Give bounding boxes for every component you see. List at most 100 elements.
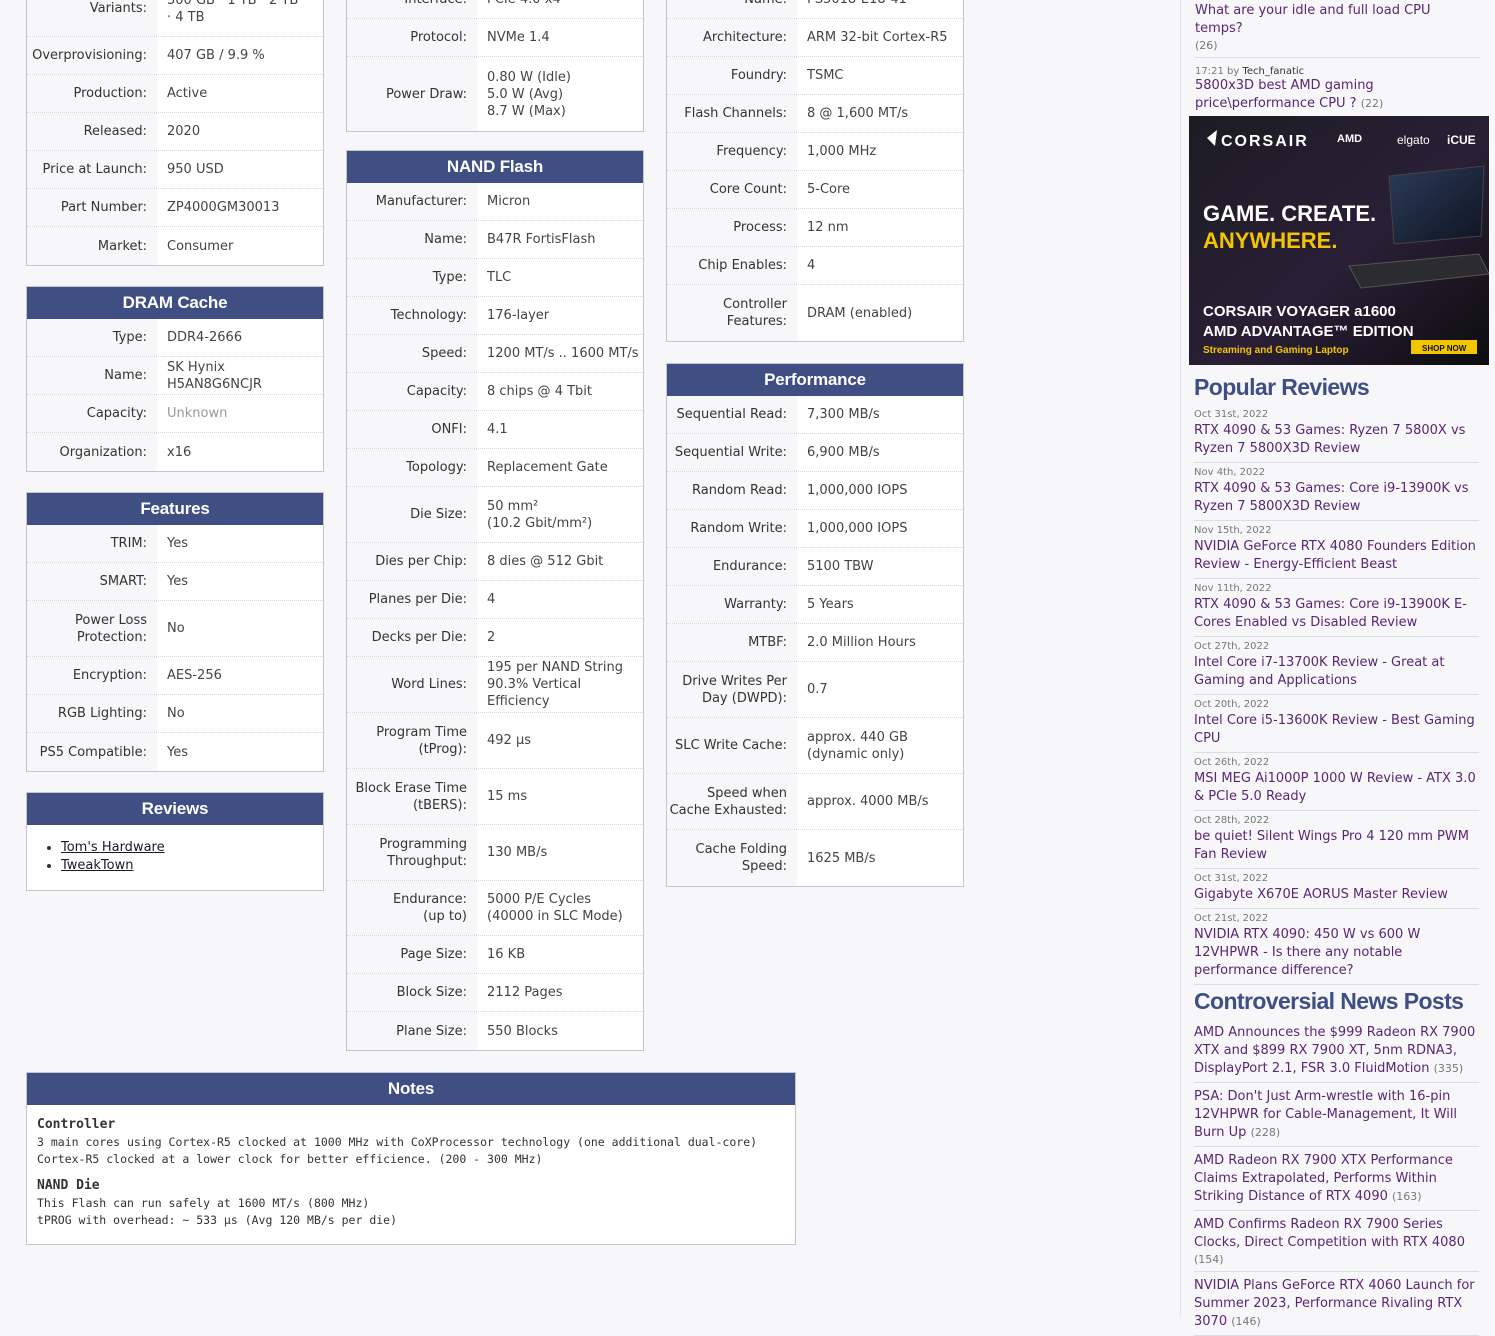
popular-review-link[interactable]: Intel Core i7-13700K Review - Great at G…: [1194, 655, 1444, 688]
forum-thread-temps-count: (26): [1195, 39, 1218, 52]
spec-value: NVMe 1.4: [477, 19, 643, 56]
spec-value: DDR4-2666: [157, 319, 323, 356]
corsair-ad-banner[interactable]: CORSAIR AMD elgato iCUE GAME. CREATE. AN…: [1189, 116, 1489, 365]
spec-value: 7,300 MB/s: [797, 396, 963, 433]
spec-label: Organization:: [27, 433, 157, 471]
popular-review-link[interactable]: be quiet! Silent Wings Pro 4 120 mm PWM …: [1194, 829, 1469, 862]
spec-value: 5-Core: [797, 171, 963, 208]
spec-label: Chip Enables:: [667, 247, 797, 284]
spec-row: Encryption: AES-256: [27, 657, 323, 695]
popular-review-link[interactable]: RTX 4090 & 53 Games: Core i9-13900K vs R…: [1194, 481, 1469, 514]
spec-value: approx. 440 GB (dynamic only): [797, 718, 963, 773]
controversial-news-item: NVIDIA Plans GeForce RTX 4060 Launch for…: [1194, 1272, 1479, 1336]
spec-label: Manufacturer:: [347, 183, 477, 220]
spec-label: Variants:: [27, 0, 157, 36]
interface-rows: Interface:PCIe 4.0 x4Protocol:NVMe 1.4Po…: [347, 0, 643, 131]
spec-value: 1625 MB/s: [797, 830, 963, 886]
spec-row: ONFI: 4.1: [347, 411, 643, 449]
spec-value: PS5018-E18-41: [797, 0, 963, 18]
review-date: Nov 15th, 2022: [1194, 525, 1272, 536]
controversial-news-link[interactable]: AMD Confirms Radeon RX 7900 Series Clock…: [1194, 1217, 1465, 1250]
popular-review-link[interactable]: NVIDIA GeForce RTX 4080 Founders Edition…: [1194, 539, 1476, 572]
interface-box: Interface:PCIe 4.0 x4Protocol:NVMe 1.4Po…: [346, 0, 644, 132]
spec-label: Topology:: [347, 449, 477, 486]
popular-review-link[interactable]: Gigabyte X670E AORUS Master Review: [1194, 887, 1448, 902]
forum-thread-5800x3d-link[interactable]: 5800x3D best AMD gaming price\performanc…: [1195, 78, 1374, 111]
spec-value: 8 dies @ 512 Gbit: [477, 543, 643, 580]
popular-review-item: Oct 28th, 2022 be quiet! Silent Wings Pro…: [1194, 811, 1479, 869]
controversial-news-item: AMD Confirms Radeon RX 7900 Series Clock…: [1194, 1211, 1479, 1272]
spec-value: 1,000,000 IOPS: [797, 472, 963, 509]
spec-label: PS5 Compatible:: [27, 733, 157, 771]
review-link-tweaktown[interactable]: TweakTown: [61, 858, 133, 873]
popular-review-link[interactable]: Intel Core i5-13600K Review - Best Gamin…: [1194, 713, 1475, 746]
popular-review-link[interactable]: MSI MEG Ai1000P 1000 W Review - ATX 3.0 …: [1194, 771, 1476, 804]
forum-thread: What are your idle and full load CPU tem…: [1181, 0, 1495, 118]
forum-thread-5800x3d-count: (22): [1360, 97, 1384, 110]
spec-row: Power Loss Protection: No: [27, 601, 323, 657]
controversial-news-section: Controversial News Posts AMD Announces t…: [1181, 988, 1495, 1336]
spec-value: Yes: [157, 525, 323, 562]
spec-row: Cache Folding Speed: 1625 MB/s: [667, 830, 963, 886]
reviews-title: Reviews: [27, 793, 323, 825]
spec-value: AES-256: [157, 657, 323, 694]
spec-value: PCIe 4.0 x4: [477, 0, 643, 18]
ad-brand: CORSAIR: [1221, 133, 1309, 150]
popular-review-link[interactable]: RTX 4090 & 53 Games: Ryzen 7 5800X vs Ry…: [1194, 423, 1465, 456]
review-date: Oct 26th, 2022: [1194, 757, 1270, 768]
comment-count: (335): [1433, 1062, 1464, 1075]
spec-row: Random Write: 1,000,000 IOPS: [667, 510, 963, 548]
popular-review-link[interactable]: RTX 4090 & 53 Games: Core i9-13900K E-Co…: [1194, 597, 1467, 630]
spec-label: Production:: [27, 75, 157, 112]
spec-value: TLC: [477, 259, 643, 296]
spec-label: Capacity:: [347, 373, 477, 410]
spec-label: Part Number:: [27, 189, 157, 226]
spec-row: Architecture: ARM 32-bit Cortex-R5: [667, 19, 963, 57]
spec-row: Word Lines: 195 per NAND String 90.3% Ver…: [347, 657, 643, 713]
spec-row: PS5 Compatible: Yes: [27, 733, 323, 771]
review-date: Oct 31st, 2022: [1194, 873, 1269, 884]
spec-row: Overprovisioning: 407 GB / 9.9 %: [27, 37, 323, 75]
spec-value: 50 mm² (10.2 Gbit/mm²): [477, 487, 643, 542]
spec-value: 5000 P/E Cycles (40000 in SLC Mode): [477, 881, 643, 935]
spec-row: Sequential Read: 7,300 MB/s: [667, 396, 963, 434]
spec-row: Name: SK Hynix H5AN8G6NCJR: [27, 357, 323, 395]
dram-cache-title: DRAM Cache: [27, 287, 323, 319]
spec-row: Topology: Replacement Gate: [347, 449, 643, 487]
spec-label: Random Write:: [667, 510, 797, 547]
sidebar: What are your idle and full load CPU tem…: [1180, 0, 1495, 1336]
spec-value: 6,900 MB/s: [797, 434, 963, 471]
popular-review-link[interactable]: NVIDIA RTX 4090: 450 W vs 600 W 12VHPWR …: [1194, 927, 1420, 978]
popular-reviews-list: Oct 31st, 2022 RTX 4090 & 53 Games: Ryzen…: [1181, 405, 1495, 985]
spec-label: Random Read:: [667, 472, 797, 509]
review-date: Oct 20th, 2022: [1194, 699, 1270, 710]
ad-partner-amd: AMD: [1337, 133, 1362, 145]
spec-row: Planes per Die: 4: [347, 581, 643, 619]
spec-row: Market: Consumer: [27, 227, 323, 265]
popular-review-item: Nov 11th, 2022 RTX 4090 & 53 Games: Core …: [1194, 579, 1479, 637]
dram-cache-box: DRAM Cache Type: DDR4-2666 Name: SK Hynix H…: [26, 286, 324, 472]
spec-label: Sequential Read:: [667, 396, 797, 433]
spec-row: Flash Channels: 8 @ 1,600 MT/s: [667, 95, 963, 133]
ad-product-2: AMD ADVANTAGE™ EDITION: [1203, 323, 1414, 340]
corsair-ad-graphic: CORSAIR AMD elgato iCUE GAME. CREATE. AN…: [1189, 116, 1489, 365]
popular-reviews-title: Popular Reviews: [1194, 374, 1370, 400]
popular-review-item: Oct 26th, 2022 MSI MEG Ai1000P 1000 W Rev…: [1194, 753, 1479, 811]
forum-thread-user[interactable]: Tech_fanatic: [1242, 66, 1304, 77]
spec-value: Active: [157, 75, 323, 112]
notes-content: Controller 3 main cores using Cortex-R5 …: [27, 1105, 795, 1239]
controversial-news-link[interactable]: PSA: Don't Just Arm-wrestle with 16-pin …: [1194, 1089, 1457, 1140]
forum-thread-temps-link[interactable]: What are your idle and full load CPU tem…: [1195, 3, 1431, 36]
spec-value: 550 Blocks: [477, 1012, 643, 1050]
review-link-toms-hardware[interactable]: Tom's Hardware: [61, 840, 165, 855]
spec-row: Interface:PCIe 4.0 x4: [347, 0, 643, 19]
forum-thread-time: 17:21: [1195, 66, 1224, 77]
spec-row: Organization: x16: [27, 433, 323, 471]
spec-label: Dies per Chip:: [347, 543, 477, 580]
notes-text-controller: 3 main cores using Cortex-R5 clocked at …: [37, 1135, 758, 1166]
spec-value: 4: [797, 247, 963, 284]
spec-row: Chip Enables: 4: [667, 247, 963, 285]
spec-value: Unknown: [157, 395, 323, 432]
spec-label: TRIM:: [27, 525, 157, 562]
general-rows: Variants: 500 GB · 1 TB · 2 TB · 4 TB Over…: [27, 0, 323, 265]
